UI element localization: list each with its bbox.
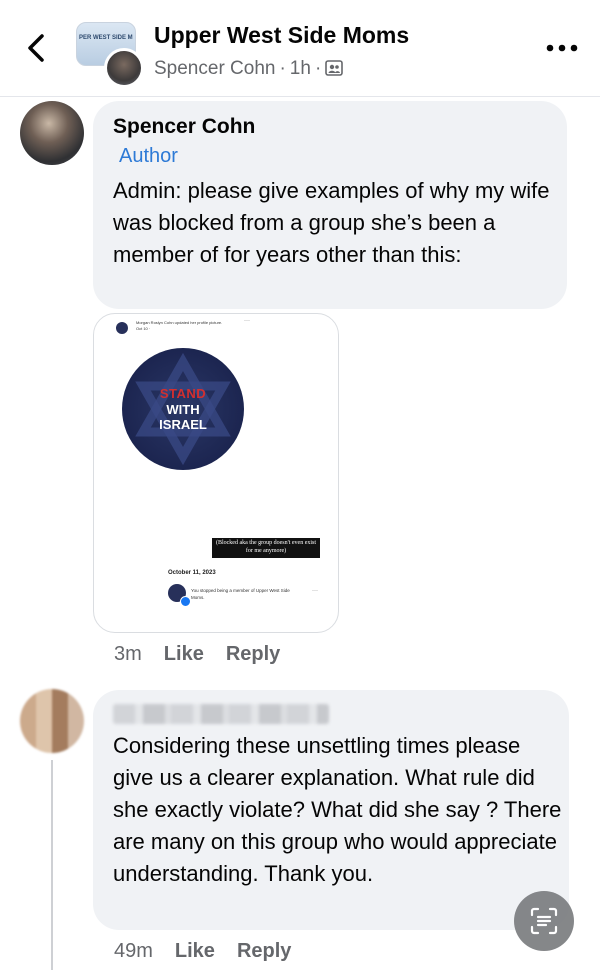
attachment-notice: You stopped being a member of Upper West…	[191, 588, 290, 600]
avatar[interactable]	[20, 689, 84, 753]
more-horizontal-icon[interactable]	[544, 38, 580, 58]
attachment-more-icon: ···	[244, 318, 250, 324]
text-scan-icon	[530, 907, 558, 935]
graphic-text-stand: STAND	[159, 386, 207, 401]
attachment-caption: (Blocked aka the group doesn't even exis…	[212, 538, 320, 558]
comment-author-redacted[interactable]	[113, 704, 329, 724]
like-button[interactable]: Like	[164, 643, 204, 665]
comment-bubble: Considering these unsettling times pleas…	[93, 690, 569, 930]
text-scan-button[interactable]	[514, 891, 574, 951]
comment-actions: 3m Like Reply	[114, 643, 280, 666]
chevron-left-icon[interactable]	[22, 28, 52, 68]
comment-text: Considering these unsettling times pleas…	[113, 733, 562, 886]
meta-separator: ·	[279, 58, 286, 79]
post-header: PER WEST SIDE M Upper West Side Moms Spe…	[0, 0, 600, 97]
author-avatar-small	[104, 48, 144, 88]
attachment-header: Morgan Roslyn Cohn updated her profile p…	[136, 320, 276, 332]
group-name[interactable]: Upper West Side Moms	[154, 22, 409, 49]
comment-time[interactable]: 49m	[114, 940, 153, 962]
avatar[interactable]	[20, 101, 84, 165]
post-author[interactable]: Spencer Cohn	[154, 58, 275, 79]
comment-bubble: Spencer Cohn Author Admin: please give e…	[93, 101, 567, 309]
attachment-date: October 11, 2023	[168, 570, 216, 576]
stand-with-israel-graphic: STAND WITH ISRAEL	[122, 348, 244, 470]
group-avatar[interactable]: PER WEST SIDE M	[76, 22, 144, 88]
group-cover-text: PER WEST SIDE M	[79, 35, 133, 41]
comment-author[interactable]: Spencer Cohn	[113, 115, 255, 139]
graphic-text-with: WITH	[166, 402, 200, 417]
author-badge: Author	[119, 145, 178, 167]
facebook-badge-icon	[180, 596, 191, 607]
attachment-notice-more-icon: ···	[312, 588, 318, 594]
thread-line	[51, 760, 53, 970]
comment-actions: 49m Like Reply	[114, 940, 291, 963]
reply-button[interactable]: Reply	[237, 940, 291, 962]
reply-button[interactable]: Reply	[226, 643, 280, 665]
group-icon	[325, 60, 344, 76]
comment-time[interactable]: 3m	[114, 643, 142, 665]
post-meta: Spencer Cohn · 1h ·	[154, 58, 344, 80]
comment-image-attachment[interactable]: Morgan Roslyn Cohn updated her profile p…	[93, 313, 339, 633]
comment-text: Admin: please give examples of why my wi…	[113, 178, 550, 267]
attachment-avatar	[116, 322, 128, 334]
graphic-text-israel: ISRAEL	[159, 417, 207, 432]
meta-separator: ·	[314, 58, 322, 79]
like-button[interactable]: Like	[175, 940, 215, 962]
post-time[interactable]: 1h	[290, 58, 311, 79]
attachment-header-sub: Oct 10 ·	[136, 326, 151, 331]
